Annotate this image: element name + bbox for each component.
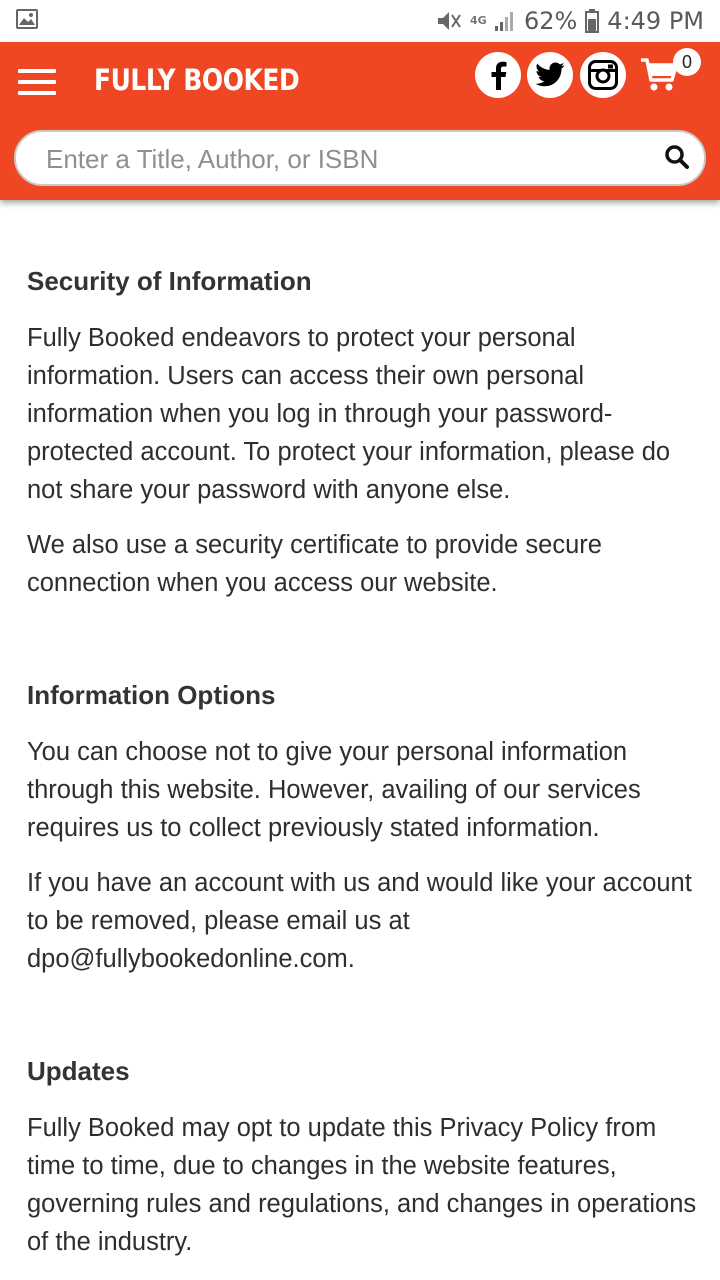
section-information-options: Information Options You can choose not t… [27,678,697,978]
battery-icon [585,9,600,33]
gallery-notification-icon [16,9,38,29]
battery-percent: 62% [523,7,578,35]
section-heading: Updates [27,1056,130,1086]
status-bar: 4G 62% 4:49 PM [0,0,720,42]
paragraph: You can choose not to give your personal… [27,738,641,842]
section-heading: Information Options [27,680,276,710]
twitter-icon[interactable] [527,52,573,98]
mute-icon [436,9,462,33]
search-bar [14,130,706,186]
network-type: 4G [469,14,487,27]
section-heading: Security of Information [27,266,312,296]
paragraph: We also use a security certificate to pr… [27,531,602,597]
site-header: FULLY BOOKED 0 [0,42,720,200]
section-security: Security of Information Fully Booked end… [27,264,697,602]
facebook-icon[interactable] [475,52,521,98]
paragraph: Fully Booked may opt to update this Priv… [27,1114,697,1256]
search-icon[interactable] [664,144,692,172]
search-input[interactable] [44,132,648,186]
brand-logo[interactable]: FULLY BOOKED [94,60,300,100]
clock: 4:49 PM [607,7,704,35]
section-updates: Updates Fully Booked may opt to update t… [27,1054,697,1261]
hamburger-menu-button[interactable] [18,69,56,95]
cart-count-badge: 0 [673,48,701,76]
paragraph: If you have an account with us and would… [27,869,692,973]
signal-icon [494,10,516,32]
instagram-icon[interactable] [580,52,626,98]
paragraph: Fully Booked endeavors to protect your p… [27,324,671,504]
